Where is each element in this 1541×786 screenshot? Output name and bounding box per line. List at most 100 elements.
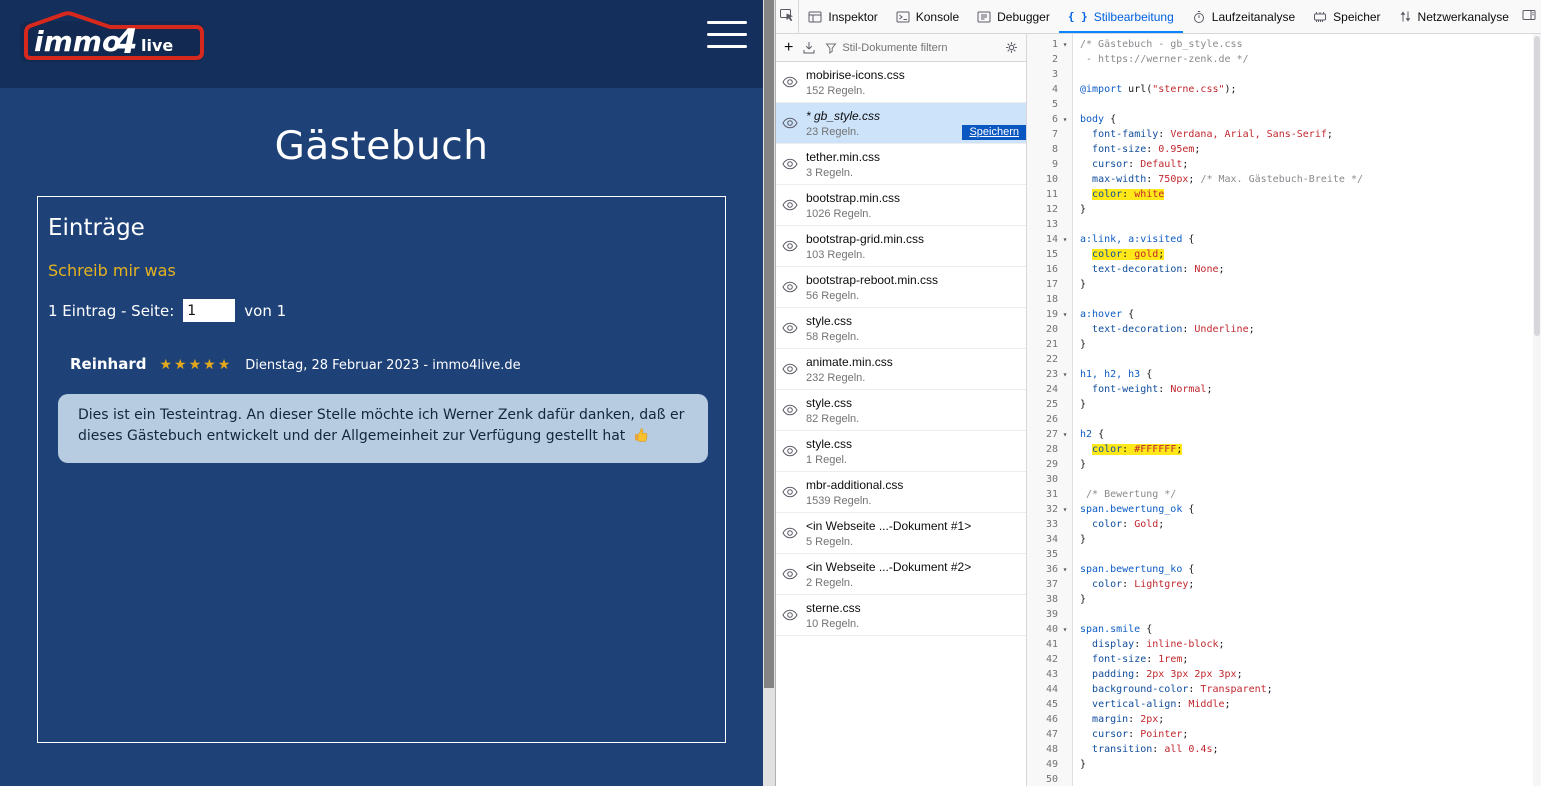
stylesheet-item[interactable]: style.css58 Regeln. [776, 308, 1026, 349]
code-line[interactable]: a:hover { [1080, 307, 1541, 322]
visibility-eye-icon[interactable] [782, 322, 798, 334]
visibility-eye-icon[interactable] [782, 404, 798, 416]
stylesheet-item[interactable]: sterne.css10 Regeln. [776, 595, 1026, 636]
pick-element-button[interactable] [776, 0, 799, 33]
code-line[interactable]: span.smile { [1080, 622, 1541, 637]
code-line[interactable]: h1, h2, h3 { [1080, 367, 1541, 382]
code-line[interactable]: h2 { [1080, 427, 1541, 442]
tab-konsole[interactable]: Konsole [887, 0, 968, 33]
editor-scrollbar[interactable] [1533, 34, 1541, 786]
import-stylesheet-button[interactable] [802, 41, 816, 55]
code-line[interactable] [1080, 292, 1541, 307]
tab-stilbearbeitung[interactable]: { } Stilbearbeitung [1059, 0, 1183, 33]
visibility-eye-icon[interactable] [782, 117, 798, 129]
save-stylesheet-link[interactable]: Speichern [962, 125, 1026, 140]
hamburger-menu-button[interactable] [707, 21, 749, 48]
visibility-eye-icon[interactable] [782, 240, 798, 252]
stylesheet-item[interactable]: style.css82 Regeln. [776, 390, 1026, 431]
tab-inspektor[interactable]: Inspektor [799, 0, 886, 33]
code-line[interactable]: background-color: Transparent; [1080, 682, 1541, 697]
code-line[interactable]: /* Bewertung */ [1080, 487, 1541, 502]
stylesheet-filter-input[interactable] [842, 42, 996, 54]
visibility-eye-icon[interactable] [782, 445, 798, 457]
fold-arrow-icon[interactable]: ▾ [1058, 37, 1072, 52]
code-line[interactable]: font-weight: Normal; [1080, 382, 1541, 397]
fold-arrow-icon[interactable]: ▾ [1058, 427, 1072, 442]
site-logo[interactable]: immo 4 live [12, 6, 208, 70]
fold-arrow-icon[interactable]: ▾ [1058, 502, 1072, 517]
visibility-eye-icon[interactable] [782, 609, 798, 621]
code-line[interactable]: - https://werner-zenk.de */ [1080, 52, 1541, 67]
code-line[interactable]: text-decoration: None; [1080, 262, 1541, 277]
code-line[interactable]: vertical-align: Middle; [1080, 697, 1541, 712]
fold-arrow-icon[interactable]: ▾ [1058, 562, 1072, 577]
visibility-eye-icon[interactable] [782, 568, 798, 580]
code-line[interactable]: } [1080, 277, 1541, 292]
fold-arrow-icon[interactable]: ▾ [1058, 232, 1072, 247]
visibility-eye-icon[interactable] [782, 486, 798, 498]
code-line[interactable] [1080, 607, 1541, 622]
stylesheet-item[interactable]: style.css1 Regel. [776, 431, 1026, 472]
code-line[interactable] [1080, 412, 1541, 427]
editor-scrollbar-thumb[interactable] [1534, 36, 1540, 336]
code-line[interactable]: color: #FFFFFF; [1080, 442, 1541, 457]
page-number-input[interactable] [183, 299, 235, 322]
code-line[interactable]: @import url("sterne.css"); [1080, 82, 1541, 97]
stylesheet-item[interactable]: tether.min.css3 Regeln. [776, 144, 1026, 185]
code-area[interactable]: /* Gästebuch - gb_style.css - https://we… [1073, 34, 1541, 786]
code-line[interactable] [1080, 217, 1541, 232]
code-line[interactable]: text-decoration: Underline; [1080, 322, 1541, 337]
tab-netzwerkanalyse[interactable]: Netzwerkanalyse [1390, 0, 1518, 33]
page-scrollbar[interactable] [763, 0, 775, 786]
code-line[interactable] [1080, 352, 1541, 367]
code-line[interactable]: cursor: Default; [1080, 157, 1541, 172]
code-line[interactable]: body { [1080, 112, 1541, 127]
code-line[interactable]: color: gold; [1080, 247, 1541, 262]
code-line[interactable]: /* Gästebuch - gb_style.css [1080, 37, 1541, 52]
code-line[interactable] [1080, 772, 1541, 786]
add-stylesheet-button[interactable]: + [784, 40, 793, 56]
code-line[interactable]: span.bewertung_ko { [1080, 562, 1541, 577]
code-line[interactable]: display: inline-block; [1080, 637, 1541, 652]
code-line[interactable]: font-family: Verdana, Arial, Sans-Serif; [1080, 127, 1541, 142]
code-line[interactable]: span.bewertung_ok { [1080, 502, 1541, 517]
tab-speicher[interactable]: Speicher [1304, 0, 1389, 33]
options-gear-button[interactable] [1005, 41, 1018, 54]
code-line[interactable]: } [1080, 457, 1541, 472]
stylesheet-item[interactable]: <in Webseite ...-Dokument #2>2 Regeln. [776, 554, 1026, 595]
visibility-eye-icon[interactable] [782, 363, 798, 375]
code-line[interactable]: } [1080, 397, 1541, 412]
tab-laufzeitanalyse[interactable]: Laufzeitanalyse [1183, 0, 1304, 33]
code-line[interactable] [1080, 97, 1541, 112]
stylesheet-item[interactable]: bootstrap-grid.min.css103 Regeln. [776, 226, 1026, 267]
stylesheet-item[interactable]: bootstrap-reboot.min.css56 Regeln. [776, 267, 1026, 308]
dock-options-button[interactable] [1518, 0, 1541, 33]
stylesheet-item[interactable]: * gb_style.css23 Regeln.Speichern [776, 103, 1026, 144]
visibility-eye-icon[interactable] [782, 199, 798, 211]
stylesheet-item[interactable]: bootstrap.min.css1026 Regeln. [776, 185, 1026, 226]
code-line[interactable]: padding: 2px 3px 2px 3px; [1080, 667, 1541, 682]
stylesheet-item[interactable]: mbr-additional.css1539 Regeln. [776, 472, 1026, 513]
fold-arrow-icon[interactable]: ▾ [1058, 367, 1072, 382]
code-line[interactable]: font-size: 0.95em; [1080, 142, 1541, 157]
visibility-eye-icon[interactable] [782, 76, 798, 88]
code-line[interactable] [1080, 547, 1541, 562]
code-line[interactable]: } [1080, 532, 1541, 547]
code-line[interactable] [1080, 67, 1541, 82]
code-line[interactable]: a:link, a:visited { [1080, 232, 1541, 247]
visibility-eye-icon[interactable] [782, 281, 798, 293]
visibility-eye-icon[interactable] [782, 158, 798, 170]
fold-arrow-icon[interactable]: ▾ [1058, 622, 1072, 637]
write-message-link[interactable]: Schreib mir was [48, 261, 176, 280]
tab-debugger[interactable]: Debugger [968, 0, 1059, 33]
code-editor[interactable]: 1▾23456▾7891011121314▾1516171819▾2021222… [1027, 34, 1541, 786]
stylesheet-item[interactable]: <in Webseite ...-Dokument #1>5 Regeln. [776, 513, 1026, 554]
code-line[interactable]: max-width: 750px; /* Max. Gästebuch-Brei… [1080, 172, 1541, 187]
stylesheet-item[interactable]: animate.min.css232 Regeln. [776, 349, 1026, 390]
code-line[interactable]: } [1080, 757, 1541, 772]
code-line[interactable] [1080, 472, 1541, 487]
code-line[interactable]: } [1080, 592, 1541, 607]
code-line[interactable]: margin: 2px; [1080, 712, 1541, 727]
code-line[interactable]: cursor: Pointer; [1080, 727, 1541, 742]
fold-arrow-icon[interactable]: ▾ [1058, 307, 1072, 322]
